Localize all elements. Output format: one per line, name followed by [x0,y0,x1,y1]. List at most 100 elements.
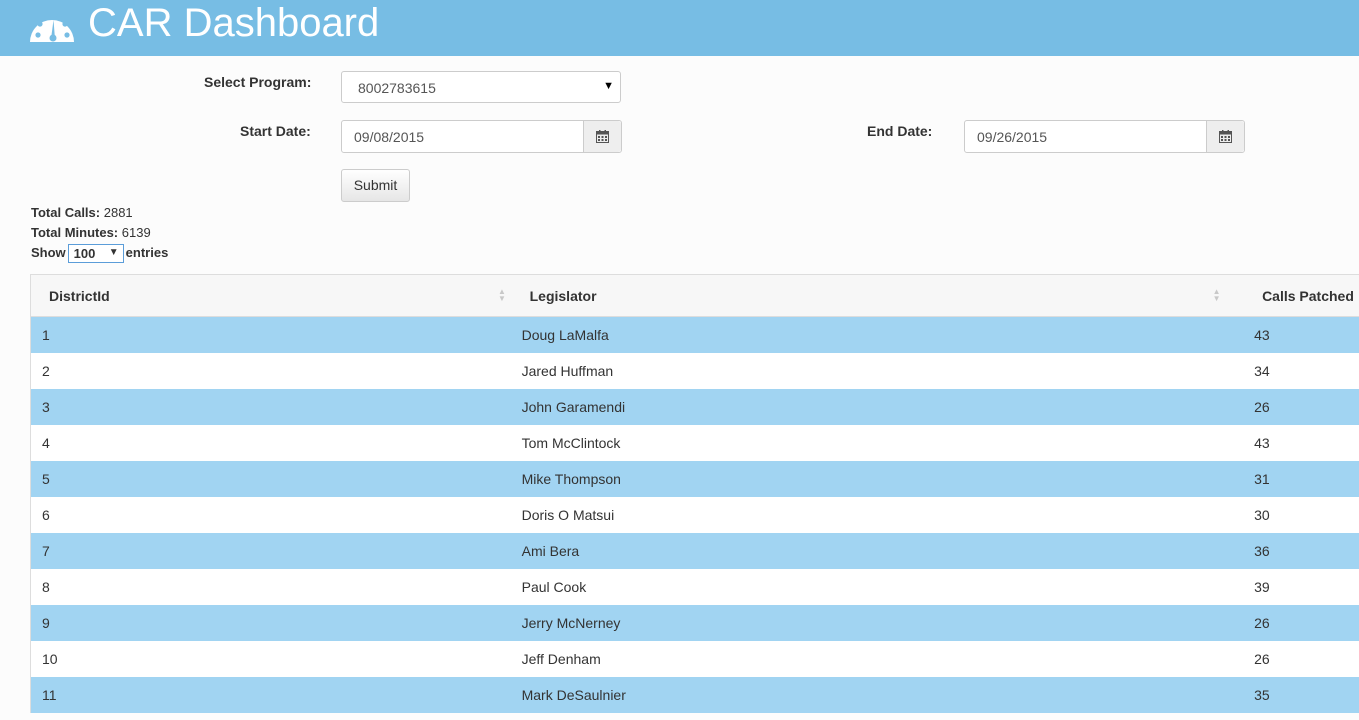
start-date-label: Start Date: [240,123,311,139]
district-cell-text: 7 [42,543,50,559]
legislator-cell: Jeff Denham [511,641,1237,677]
calls-patched-cell-text: 35 [1254,687,1270,703]
legislator-cell: Tom McClintock [511,425,1237,461]
district-cell-text: 1 [42,327,50,343]
column-header-label: Legislator [529,288,597,304]
legislator-cell: Paul Cook [511,569,1237,605]
district-cell: 3 [30,389,512,425]
calls-patched-cell: 36 [1236,533,1359,569]
column-header-legislator[interactable]: Legislator ▲ ▼ [511,274,1237,317]
start-date-field[interactable]: 09/08/2015 [341,120,622,153]
entries-length-value: 100 [73,246,96,261]
calls-patched-cell-text: 31 [1254,471,1270,487]
dashboard-icon [30,13,74,42]
district-cell: 4 [30,425,512,461]
legislator-cell-text: Ami Bera [521,543,580,559]
legislator-cell-text: Paul Cook [521,579,587,595]
legislator-cell: Doug LaMalfa [511,316,1237,353]
district-cell: 11 [30,677,512,713]
calls-patched-cell-text: 43 [1254,435,1270,451]
legislator-cell: Jerry McNerney [511,605,1237,641]
calls-patched-cell-text: 39 [1254,579,1270,595]
column-header-districtid[interactable]: DistrictId ▲ ▼ [30,274,512,317]
total-minutes-label: Total Minutes: [31,225,119,240]
district-cell: 8 [30,569,512,605]
legislator-cell: Ami Bera [511,533,1237,569]
district-cell-text: 4 [42,435,50,451]
table-row: 9 Jerry McNerney 26 [30,605,1359,641]
district-cell: 1 [30,316,512,353]
total-calls-value: 2881 [103,205,133,220]
end-date-label: End Date: [867,123,933,139]
table-row: 8 Paul Cook 39 [30,569,1359,605]
total-minutes: Total Minutes: 6139 [31,225,151,240]
district-cell: 7 [30,533,512,569]
legislator-cell: Mark DeSaulnier [511,677,1237,713]
legislator-cell: John Garamendi [511,389,1237,425]
program-label: Select Program: [204,74,312,90]
legislator-cell: Jared Huffman [511,353,1237,389]
calls-patched-cell: 31 [1236,461,1359,497]
sort-icon: ▲ ▼ [1212,287,1221,303]
district-cell: 6 [30,497,512,533]
district-cell: 10 [30,641,512,677]
district-cell: 2 [30,353,512,389]
calls-patched-cell: 30 [1236,497,1359,533]
sort-icon: ▲ ▼ [498,287,506,303]
district-cell-text: 10 [42,651,58,667]
district-cell-text: 9 [42,615,50,631]
chevron-down-icon: ▼ [603,80,614,92]
table-row: 10 Jeff Denham 26 [30,641,1359,677]
legislator-cell-text: Doug LaMalfa [521,327,609,343]
legislator-cell-text: Tom McClintock [521,435,621,451]
calls-patched-cell-text: 43 [1254,327,1270,343]
top-header-bar: CAR Dashboard [0,0,1359,56]
entries-length-control: Show 100 ▼ entries [31,244,168,263]
entries-length-select[interactable]: 100 ▼ [67,244,124,263]
calls-patched-cell-text: 26 [1254,651,1270,667]
table-header-row: DistrictId ▲ ▼ Legislator ▲ ▼ Calls Patche… [30,274,1359,317]
table-row: 3 John Garamendi 26 [30,389,1359,425]
district-cell: 9 [30,605,512,641]
legislator-cell-text: John Garamendi [521,399,626,415]
calls-patched-cell-text: 30 [1254,507,1270,523]
legislator-cell-text: Mike Thompson [521,471,621,487]
entries-label: entries [125,244,169,260]
calls-patched-cell: 26 [1236,389,1359,425]
show-label: Show [31,244,66,260]
calls-patched-cell: 43 [1236,316,1359,353]
table-row: 4 Tom McClintock 43 [30,425,1359,461]
district-cell-text: 6 [42,507,50,523]
calls-patched-cell: 26 [1236,605,1359,641]
district-cell: 5 [30,461,512,497]
total-calls-label: Total Calls: [31,205,101,220]
calls-patched-cell-text: 36 [1254,543,1270,559]
page-title: CAR Dashboard [88,1,380,45]
calls-table: DistrictId ▲ ▼ Legislator ▲ ▼ Calls Patche… [30,274,1359,713]
legislator-cell-text: Jerry McNerney [521,615,621,631]
table-row: 1 Doug LaMalfa 43 [30,316,1359,353]
calls-patched-cell-text: 34 [1254,363,1270,379]
chevron-down-icon: ▼ [108,247,119,258]
start-date-value: 09/08/2015 [354,129,425,145]
calls-patched-cell: 35 [1236,677,1359,713]
start-date-calendar-button[interactable] [583,121,621,152]
total-calls: Total Calls: 2881 [31,205,133,220]
column-header-label: Calls Patched [1262,288,1354,304]
legislator-cell-text: Mark DeSaulnier [521,687,626,703]
program-select-value: 8002783615 [358,80,436,96]
end-date-value: 09/26/2015 [977,129,1048,145]
submit-button[interactable]: Submit [341,169,410,202]
end-date-calendar-button[interactable] [1206,121,1244,152]
table-row: 11 Mark DeSaulnier 35 [30,677,1359,713]
column-header-calls-patched[interactable]: Calls Patched [1236,274,1359,317]
district-cell-text: 2 [42,363,50,379]
program-select[interactable]: 8002783615 ▼ [341,71,621,103]
district-cell-text: 11 [42,687,57,703]
district-cell-text: 8 [42,579,50,595]
district-cell-text: 5 [42,471,50,487]
calendar-icon [596,130,609,143]
end-date-field[interactable]: 09/26/2015 [964,120,1245,153]
calls-patched-cell: 43 [1236,425,1359,461]
calendar-icon [1219,130,1232,143]
